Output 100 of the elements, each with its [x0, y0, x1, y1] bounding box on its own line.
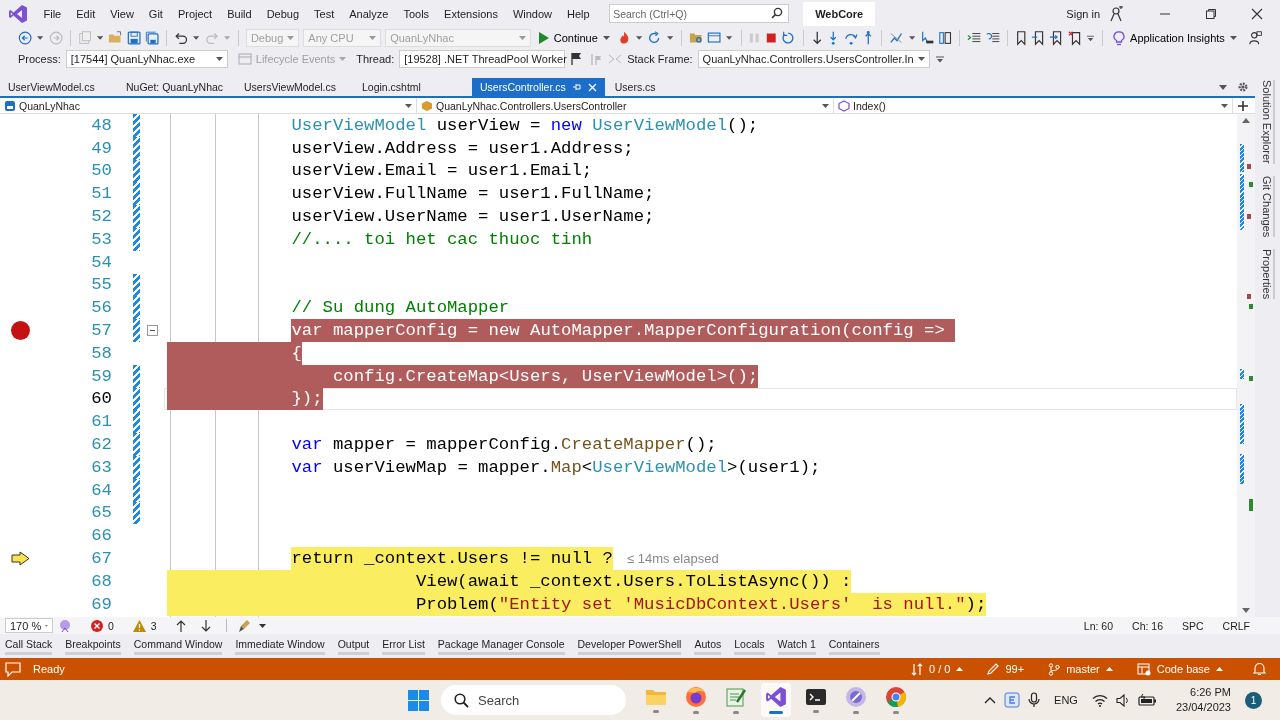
taskbar-visual-studio-app[interactable]: [761, 683, 791, 717]
document-tab[interactable]: UserViewModel.cs: [0, 78, 116, 96]
menu-item[interactable]: Window: [505, 7, 560, 20]
scroll-down-icon[interactable]: [1242, 608, 1250, 613]
tab-list-icon[interactable]: [1219, 84, 1227, 90]
member-dropdown[interactable]: Index(): [838, 98, 1233, 113]
arrow-up-icon[interactable]: [175, 619, 186, 632]
side-tab[interactable]: Git Changes: [1260, 175, 1275, 237]
refresh-icon[interactable]: [647, 30, 662, 46]
repository-button[interactable]: Code base: [1136, 662, 1223, 676]
back-icon[interactable]: [18, 30, 33, 46]
tool-window-tab[interactable]: Package Manager Console: [437, 637, 565, 655]
caret-icon[interactable]: [636, 36, 643, 40]
bookmark-icon[interactable]: [1014, 30, 1028, 46]
taskbar-search-field[interactable]: Search: [441, 685, 626, 715]
tool-window-tab[interactable]: Command Window: [133, 637, 223, 655]
volume-icon[interactable]: [1115, 693, 1130, 707]
arrow-down-icon[interactable]: [200, 619, 211, 632]
tool-window-tab[interactable]: Developer PowerShell: [577, 637, 682, 655]
clock-time[interactable]: 6:26 PM: [1190, 685, 1231, 700]
menu-item[interactable]: Debug: [259, 7, 307, 20]
health-icon[interactable]: [58, 618, 72, 633]
changes-button[interactable]: 0 / 0: [911, 662, 964, 676]
previous-bookmark-icon[interactable]: [1031, 30, 1046, 46]
save-all-icon[interactable]: [144, 30, 160, 46]
application-insights-button[interactable]: Application Insights: [1110, 28, 1240, 48]
caret-icon[interactable]: [666, 36, 673, 40]
close-icon[interactable]: [587, 82, 597, 92]
tool-window-tab[interactable]: Error List: [382, 637, 425, 655]
menu-item[interactable]: Analyze: [341, 7, 396, 20]
clock-date[interactable]: 23/04/2023: [1175, 700, 1231, 715]
line-position[interactable]: Ln: 60: [1083, 619, 1114, 632]
tool-window-tab[interactable]: Breakpoints: [65, 637, 121, 655]
caret-icon[interactable]: [37, 36, 44, 40]
edits-button[interactable]: 99+: [987, 663, 1025, 675]
document-tab[interactable]: UsersViewModel.cs: [236, 78, 352, 96]
error-icon[interactable]: [91, 619, 103, 632]
split-icon[interactable]: [1237, 99, 1249, 112]
feedback-icon[interactable]: [1247, 30, 1263, 46]
menu-item[interactable]: File: [36, 7, 69, 20]
restart-icon[interactable]: [781, 30, 796, 46]
document-tab[interactable]: Users.cs: [606, 78, 723, 96]
wifi-icon[interactable]: [1091, 693, 1108, 707]
window-icon[interactable]: [707, 30, 722, 46]
error-count[interactable]: 0: [108, 619, 114, 632]
menu-item[interactable]: Edit: [68, 7, 103, 20]
line-ending[interactable]: CRLF: [1222, 619, 1250, 632]
pin-icon[interactable]: [571, 82, 582, 92]
warning-icon[interactable]: [132, 619, 146, 632]
caret-icon[interactable]: [258, 623, 266, 628]
stack-frame-dropdown[interactable]: QuanLyNhac.Controllers.UsersController.In: [697, 50, 930, 68]
show-next-statement-icon[interactable]: [810, 30, 824, 46]
continue-button[interactable]: Continue: [534, 28, 613, 48]
caret-icon[interactable]: [193, 36, 200, 40]
menu-item[interactable]: Build: [219, 7, 260, 20]
menu-item[interactable]: Test: [306, 7, 342, 20]
document-tab[interactable]: UsersController.cs: [472, 78, 605, 96]
columns-icon[interactable]: [938, 30, 953, 46]
tool-window-tab[interactable]: Autos: [694, 637, 722, 655]
hot-path-icon[interactable]: [889, 30, 904, 46]
side-tab[interactable]: Properties: [1260, 248, 1275, 300]
document-tab[interactable]: Login.cshtml: [354, 78, 470, 96]
caret-icon[interactable]: [726, 36, 733, 40]
settings-icon[interactable]: [1237, 81, 1249, 93]
sign-in-link[interactable]: Sign in: [1066, 7, 1100, 20]
zoom-dropdown[interactable]: 170 %: [5, 618, 53, 633]
tool-window-tab[interactable]: Call Stack: [5, 637, 53, 655]
microphone-icon[interactable]: [1028, 692, 1041, 708]
bell-icon[interactable]: [1253, 662, 1266, 676]
process-dropdown[interactable]: [17544] QuanLyNhac.exe: [65, 50, 228, 68]
tool-window-tab[interactable]: Containers: [828, 637, 880, 655]
menu-item[interactable]: Tools: [395, 7, 437, 20]
tool-window-tab[interactable]: Immediate Window: [235, 637, 325, 655]
menu-item[interactable]: Project: [170, 7, 220, 20]
undo-icon[interactable]: [173, 30, 189, 46]
chevron-up-icon[interactable]: [984, 696, 997, 704]
tool-window-tab[interactable]: Locals: [734, 637, 765, 655]
vertical-scrollbar[interactable]: [1237, 114, 1255, 617]
indentation-mode[interactable]: SPC: [1182, 619, 1204, 632]
clear-bookmarks-icon[interactable]: [1067, 30, 1082, 46]
side-tab[interactable]: Solution Explorer: [1260, 80, 1275, 164]
person-icon[interactable]: [1108, 5, 1124, 22]
scroll-up-icon[interactable]: [1242, 118, 1250, 123]
tray-app-icon[interactable]: [1004, 692, 1021, 708]
notification-badge[interactable]: 1: [1245, 691, 1262, 709]
overflow-icon[interactable]: [1087, 34, 1095, 42]
collapse-icon[interactable]: [146, 325, 158, 337]
notification-icon[interactable]: [5, 661, 21, 677]
project-dropdown[interactable]: QuanLyNhac: [4, 98, 417, 113]
save-icon[interactable]: [126, 30, 141, 46]
search-field[interactable]: Search (Ctrl+Q): [609, 4, 790, 23]
menu-item[interactable]: Git: [141, 7, 171, 20]
type-dropdown[interactable]: QuanLyNhac.Controllers.UsersController: [421, 98, 834, 113]
stop-icon[interactable]: [764, 31, 778, 45]
menu-item[interactable]: Help: [559, 7, 598, 20]
tool-window-tab[interactable]: Output: [337, 637, 370, 655]
caret-icon[interactable]: [97, 36, 104, 40]
pointer-icon[interactable]: [919, 30, 935, 46]
next-bookmark-icon[interactable]: [1049, 30, 1064, 46]
start-icon[interactable]: [408, 689, 429, 711]
